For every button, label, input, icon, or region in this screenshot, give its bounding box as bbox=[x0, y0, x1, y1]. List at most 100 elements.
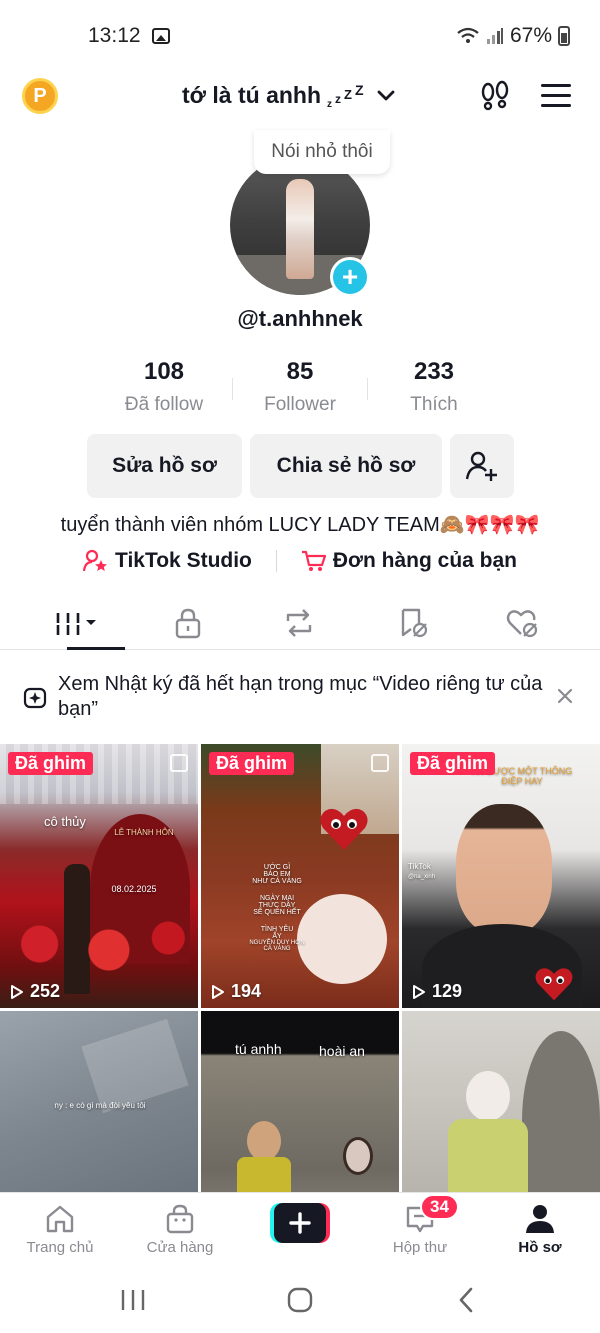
following-count: 108 bbox=[143, 358, 185, 385]
menu-icon[interactable] bbox=[541, 84, 571, 108]
expired-diary-notice[interactable]: Xem Nhật ký đã hết hạn trong mục “Video … bbox=[0, 672, 600, 726]
video-caption-left: tú anhh bbox=[235, 1041, 282, 1057]
bookmark-hidden-icon bbox=[401, 608, 428, 638]
note-bubble[interactable]: Nói nhỏ thôi bbox=[254, 130, 390, 174]
crying-heart-sticker bbox=[320, 808, 368, 850]
view-count: 194 bbox=[211, 981, 261, 1002]
view-count: 129 bbox=[412, 981, 462, 1002]
footprints-icon[interactable] bbox=[479, 80, 511, 112]
video-tile[interactable]: cô thủy LỄ THÀNH HÔN 08.02.2025 Đã ghim … bbox=[0, 744, 198, 1008]
play-icon bbox=[11, 984, 23, 999]
tab-favorites[interactable] bbox=[353, 596, 473, 650]
close-icon[interactable] bbox=[556, 687, 574, 705]
tab-reposts[interactable] bbox=[239, 596, 359, 650]
shopping-bag-icon bbox=[166, 1204, 194, 1234]
play-icon bbox=[212, 984, 224, 999]
svg-text:z: z bbox=[327, 99, 332, 109]
video-tile[interactable]: ƯỚC GÌ BẢO EM NHƯ CÁ VÀNG NGÀY MAI THỨC … bbox=[201, 744, 399, 1008]
videos-grid-icon bbox=[56, 613, 96, 635]
lyric-line: CÁ VÀNG bbox=[263, 946, 291, 952]
status-right: 67% bbox=[456, 24, 570, 48]
lyric-line: ƯỚC GÌ bbox=[263, 864, 291, 871]
create-button[interactable] bbox=[270, 1203, 330, 1243]
status-bar: 13:12 67% bbox=[0, 0, 600, 64]
lyric-line: THỨC DẬY bbox=[258, 902, 296, 909]
orders-label: Đơn hàng của bạn bbox=[332, 549, 517, 572]
svg-text:Z: Z bbox=[355, 83, 364, 98]
profile-stats: 108 Đã follow 85 Follower 233 Thích bbox=[0, 358, 600, 420]
back-icon[interactable] bbox=[456, 1286, 476, 1314]
person-face bbox=[343, 1137, 373, 1175]
blur-shape bbox=[81, 1018, 189, 1114]
repost-icon bbox=[286, 609, 312, 637]
heart-hidden-icon bbox=[506, 610, 538, 638]
video-caption: ny : e có gì mà đòi yêu tôi bbox=[54, 1101, 146, 1110]
lyric-line: BẢO EM bbox=[263, 871, 291, 878]
profile-tabs bbox=[0, 596, 600, 650]
zzz-icon: z z Z Z bbox=[327, 83, 364, 109]
account-name: tớ là tú anhh bbox=[182, 82, 322, 108]
followers-label: Follower bbox=[264, 394, 336, 415]
video-tile[interactable]: AN ĐƯỢC MỘT THÔNG ĐIỆP HAY TikTok @na_xi… bbox=[402, 744, 600, 1008]
likes-count: 233 bbox=[413, 358, 455, 385]
lyric-line: NHƯ CÁ VÀNG bbox=[252, 878, 302, 885]
edit-profile-button[interactable]: Sửa hồ sơ bbox=[87, 434, 242, 498]
tab-private[interactable] bbox=[128, 596, 248, 650]
following-label: Đã follow bbox=[124, 394, 204, 415]
links-divider bbox=[275, 550, 277, 572]
cart-icon bbox=[301, 550, 326, 571]
video-tile[interactable] bbox=[402, 1011, 600, 1192]
pinned-badge: Đã ghim bbox=[8, 752, 94, 775]
followers-stat[interactable]: 85 Follower bbox=[230, 358, 370, 416]
multi-select-icon bbox=[170, 754, 188, 772]
inbox-badge: 34 bbox=[420, 1194, 459, 1220]
coin-icon[interactable]: P bbox=[22, 78, 58, 114]
lyric-line: NGÀY MAI bbox=[259, 895, 295, 902]
add-friend-button[interactable] bbox=[450, 434, 514, 498]
orders-link[interactable]: Đơn hàng của bạn bbox=[301, 549, 517, 573]
video-tile[interactable]: ny : e có gì mà đòi yêu tôi bbox=[0, 1011, 198, 1192]
following-stat[interactable]: 108 Đã follow bbox=[94, 358, 234, 416]
profile-header: P tớ là tú anhh z z Z Z bbox=[0, 64, 600, 128]
lyric-line: TÌNH YÊU bbox=[260, 926, 294, 933]
video-grid: cô thủy LỄ THÀNH HÔN 08.02.2025 Đã ghim … bbox=[0, 744, 600, 1192]
notice-text: Xem Nhật ký đã hết hạn trong mục “Video … bbox=[58, 673, 543, 720]
signal-icon bbox=[486, 28, 503, 44]
profile-links: TikTok Studio Đơn hàng của bạn bbox=[0, 549, 600, 573]
nav-profile[interactable]: Hồ sơ bbox=[480, 1193, 600, 1265]
profile-bio: tuyển thành viên nhóm LUCY LADY TEAM🙈🎀🎀🎀 bbox=[60, 514, 540, 536]
home-button-icon[interactable] bbox=[286, 1286, 314, 1314]
tab-videos[interactable] bbox=[18, 596, 138, 650]
lyrics-overlay: ƯỚC GÌ BẢO EM NHƯ CÁ VÀNG NGÀY MAI THỨC … bbox=[237, 864, 317, 952]
profile-icon bbox=[526, 1205, 554, 1233]
svg-text:Z: Z bbox=[344, 87, 352, 102]
video-tile[interactable]: tú anhh hoài an bbox=[201, 1011, 399, 1192]
tiktok-watermark: TikTok bbox=[408, 862, 431, 871]
watermark-user: @na_xinh bbox=[408, 874, 436, 880]
add-person-icon bbox=[465, 451, 497, 481]
person-face bbox=[466, 1071, 510, 1121]
tab-liked[interactable] bbox=[462, 596, 582, 650]
account-switcher[interactable]: tớ là tú anhh z z Z Z bbox=[182, 82, 395, 109]
nav-shop[interactable]: Cửa hàng bbox=[120, 1193, 240, 1265]
add-story-button[interactable]: + bbox=[330, 257, 370, 297]
pinned-badge: Đã ghim bbox=[410, 752, 496, 775]
archway bbox=[522, 1031, 600, 1192]
recent-apps-icon[interactable] bbox=[118, 1288, 148, 1312]
battery-percent: 67% bbox=[509, 24, 552, 47]
likes-stat[interactable]: 233 Thích bbox=[364, 358, 504, 416]
gallery-notification-icon bbox=[152, 28, 170, 44]
profile-handle: @t.anhhnek bbox=[237, 306, 363, 331]
nav-home[interactable]: Trang chủ bbox=[0, 1193, 120, 1265]
multi-select-icon bbox=[371, 754, 389, 772]
pinned-badge: Đã ghim bbox=[209, 752, 295, 775]
tiktok-studio-link[interactable]: TikTok Studio bbox=[83, 549, 252, 573]
person-body bbox=[237, 1157, 291, 1192]
sparkle-icon bbox=[23, 687, 47, 709]
crying-heart-sticker bbox=[535, 968, 573, 1001]
lyric-line: SẼ QUÊN HẾT bbox=[253, 909, 301, 916]
play-icon bbox=[413, 984, 425, 999]
tiktok-studio-label: TikTok Studio bbox=[115, 549, 252, 572]
share-profile-button[interactable]: Chia sẻ hồ sơ bbox=[250, 434, 442, 498]
system-nav-bar bbox=[0, 1264, 600, 1333]
